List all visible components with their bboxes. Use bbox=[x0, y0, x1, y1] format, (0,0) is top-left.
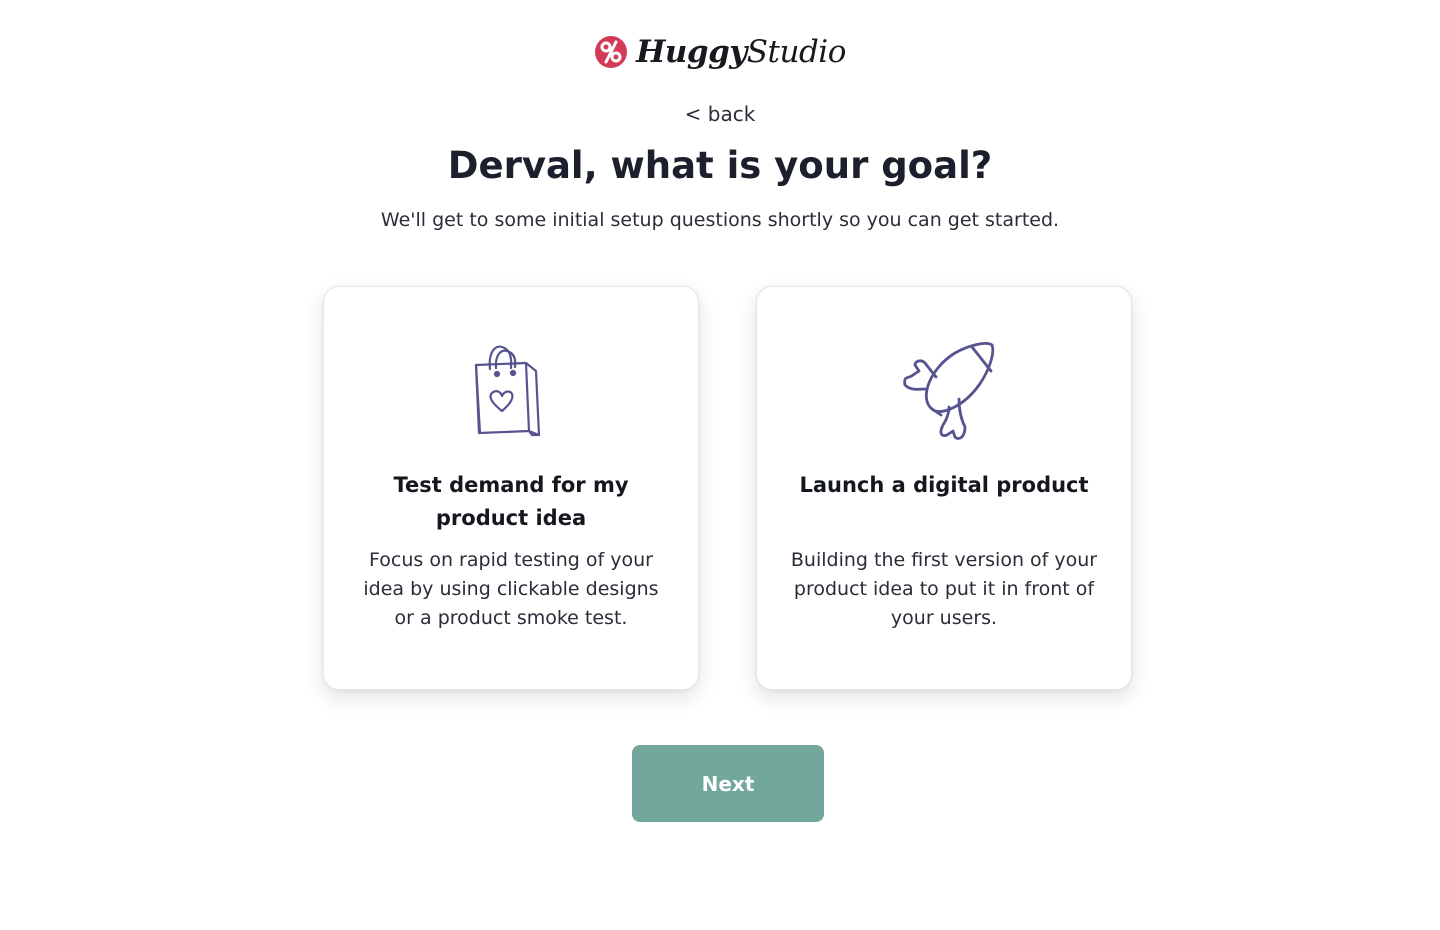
goal-option-test-demand[interactable]: Test demand for my product idea Focus on… bbox=[323, 286, 699, 690]
rocket-icon bbox=[903, 342, 995, 440]
option-description: Focus on rapid testing of your idea by u… bbox=[363, 549, 659, 629]
option-title: Test demand for my product idea bbox=[393, 473, 629, 530]
option-title: Launch a digital product bbox=[799, 473, 1089, 497]
back-link[interactable]: < back bbox=[0, 101, 1440, 127]
shopping-bag-heart-icon bbox=[474, 345, 541, 437]
brand-name-part2: Studio bbox=[746, 34, 847, 70]
option-description: Building the first version of your produ… bbox=[790, 549, 1098, 629]
brand-name: HuggyStudio bbox=[636, 32, 846, 72]
page-title: Derval, what is your goal? bbox=[447, 144, 993, 187]
next-button[interactable]: Next bbox=[632, 745, 824, 822]
brand-name-part1: Huggy bbox=[636, 34, 747, 70]
percent-circle-logo-icon bbox=[595, 36, 628, 68]
goal-option-launch-product[interactable]: Launch a digital product Building the fi… bbox=[756, 286, 1132, 690]
goal-selection-page: HuggyStudio < back Derval, what is your … bbox=[0, 0, 1440, 930]
page-subtitle: We'll get to some initial setup question… bbox=[380, 209, 1060, 231]
brand-logo[interactable]: HuggyStudio bbox=[0, 32, 1440, 72]
